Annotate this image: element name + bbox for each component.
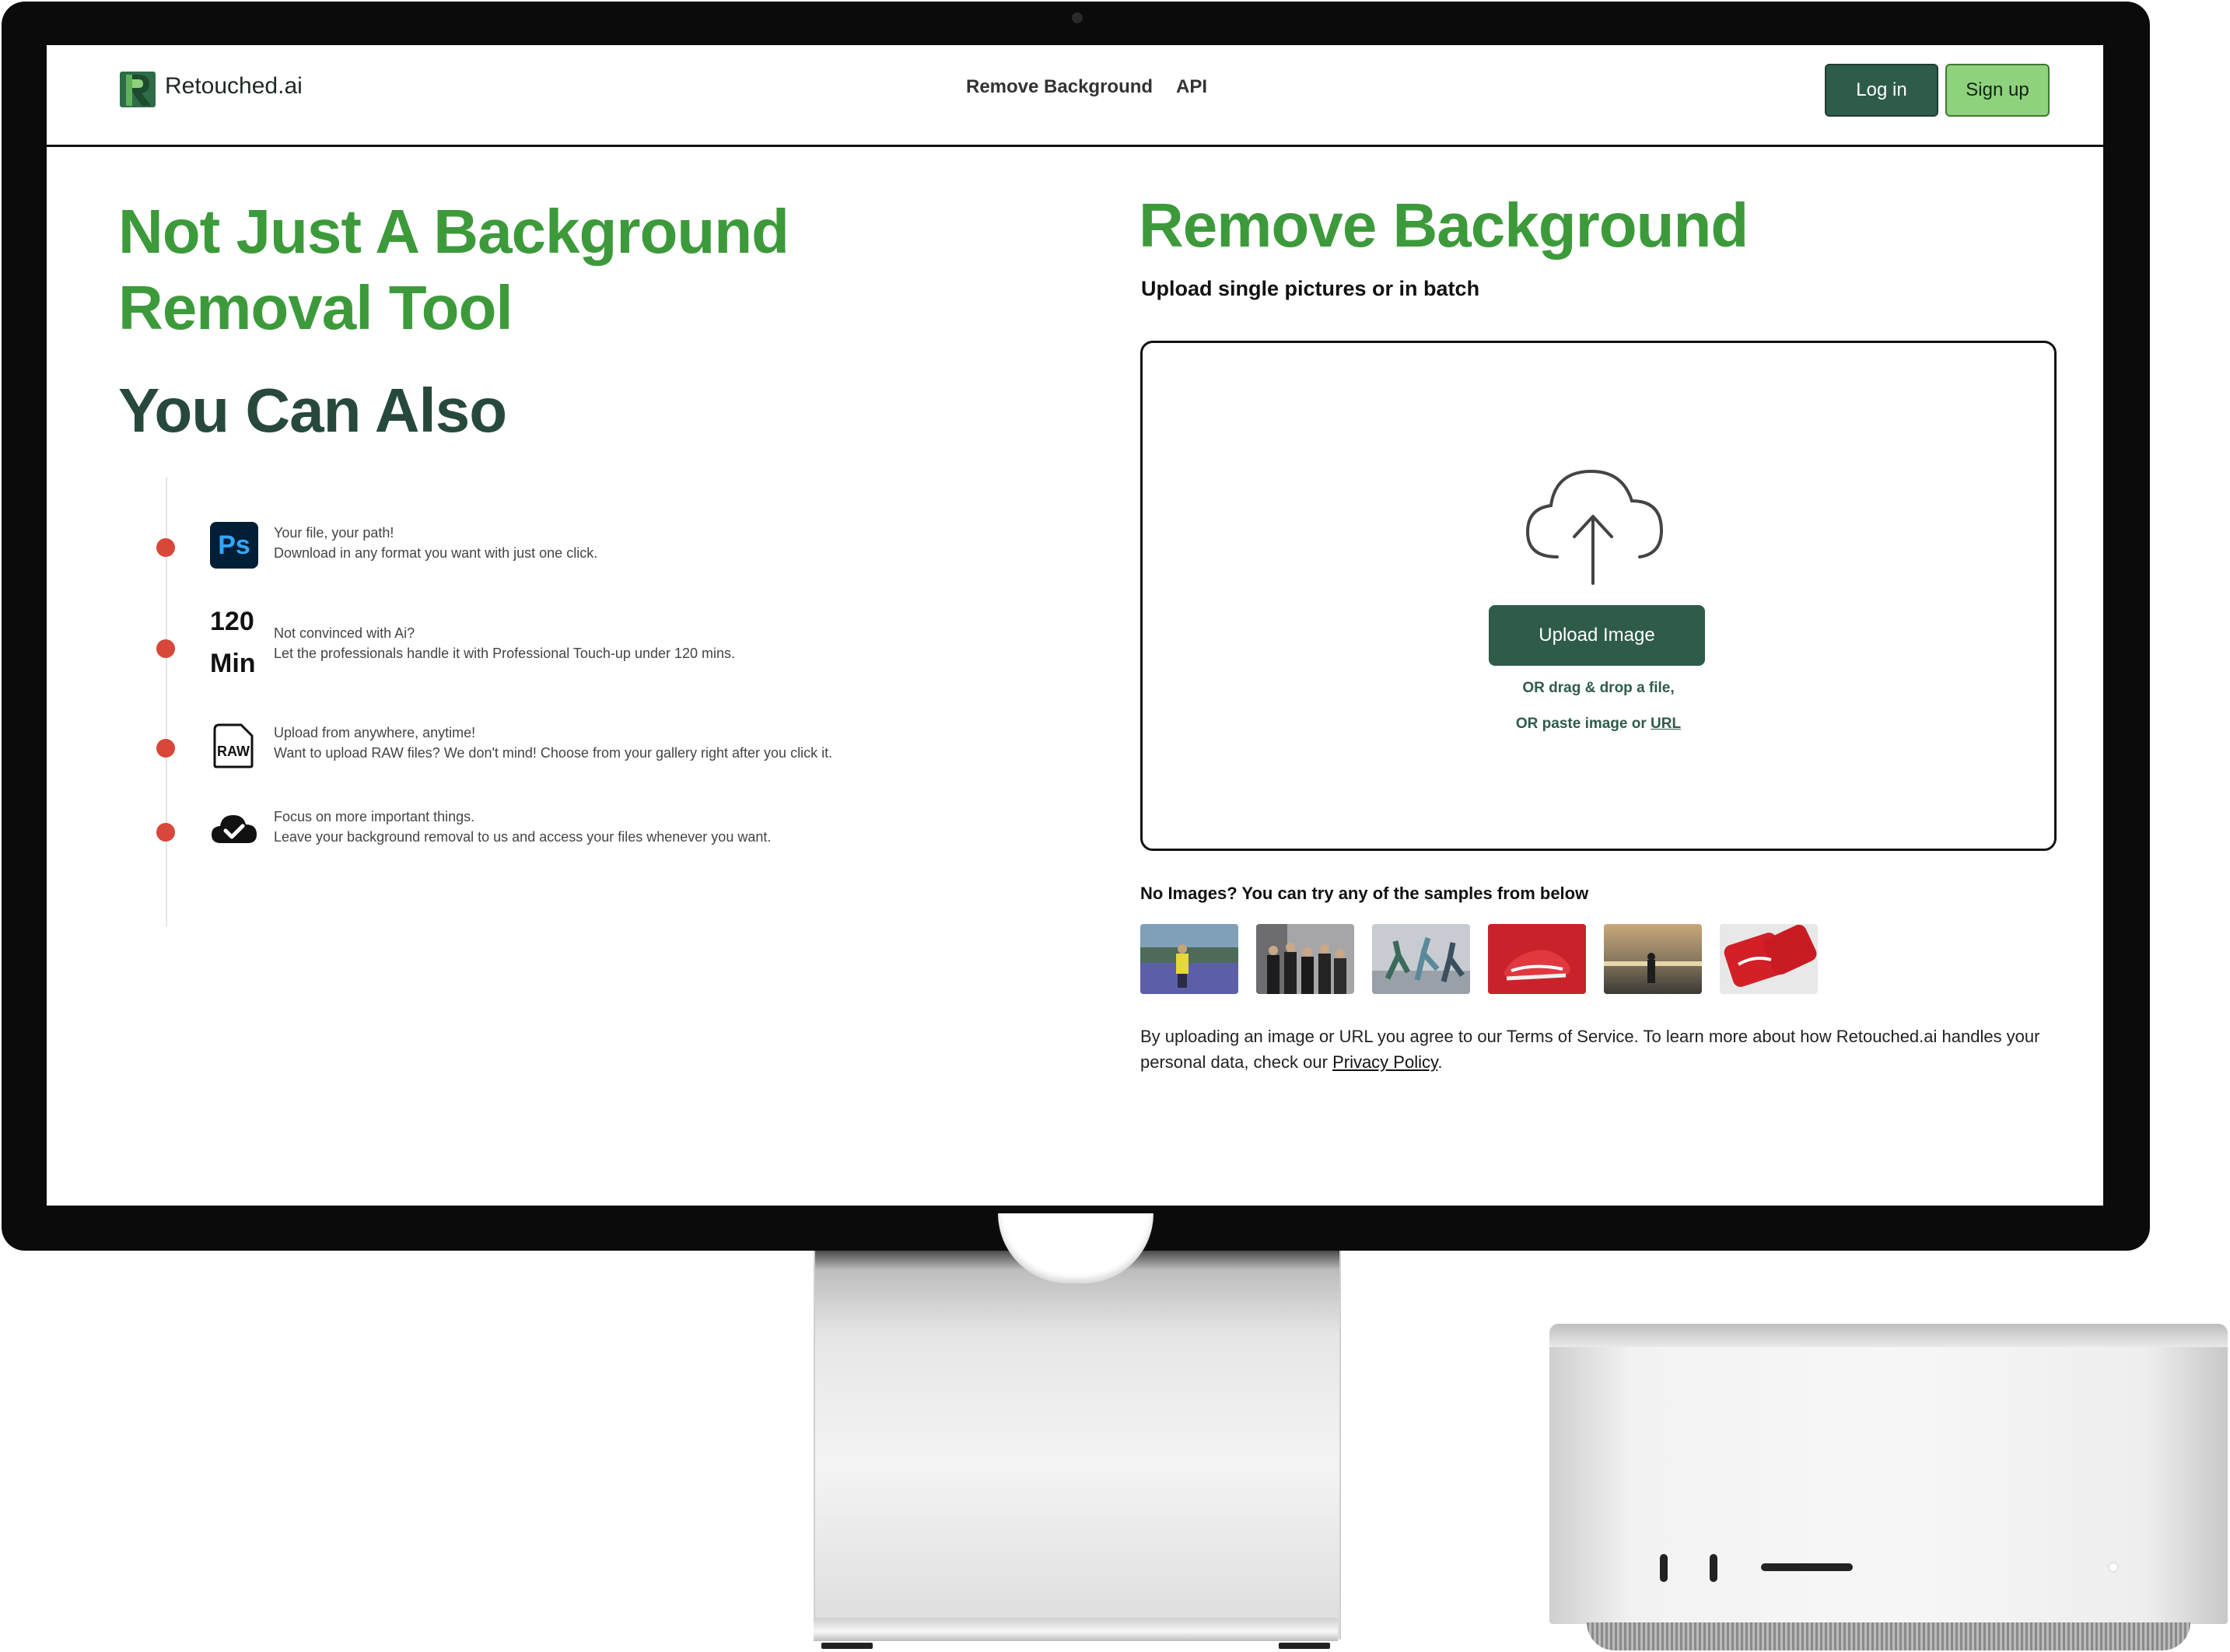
legal-end: . <box>1437 1052 1443 1072</box>
feature-title: Your file, your path! <box>274 525 394 541</box>
url-link[interactable]: URL <box>1651 716 1681 732</box>
upload-section-title: Remove Background <box>1139 191 1749 260</box>
timeline-dot <box>156 538 175 557</box>
feature-desc: Let the professionals handle it with Pro… <box>274 646 736 661</box>
mac-studio-body <box>1549 1324 2228 1624</box>
legal-notice: By uploading an image or URL you agree t… <box>1140 1024 2058 1075</box>
timeline-dot <box>156 739 175 758</box>
webcam <box>1072 12 1083 23</box>
stand-base <box>814 1618 1338 1641</box>
cloud-check-icon <box>212 815 257 843</box>
login-button[interactable]: Log in <box>1825 64 1938 117</box>
paste-hint: OR paste image or URL <box>1140 716 2057 733</box>
sample-thumbnail-dancers[interactable] <box>1372 924 1470 994</box>
privacy-policy-link[interactable]: Privacy Policy <box>1332 1052 1437 1072</box>
sample-thumbnail-red-shoe[interactable] <box>1488 924 1586 994</box>
sd-card-slot <box>1761 1563 1853 1571</box>
stand-foot-right <box>1279 1643 1330 1649</box>
nav-link-api[interactable]: API <box>1176 76 1207 98</box>
screen: Retouched.ai Remove Background API Log i… <box>47 45 2103 1206</box>
sample-thumbnail-group-men[interactable] <box>1256 924 1354 994</box>
sample-thumbnail-person-field[interactable] <box>1140 924 1238 994</box>
mac-studio-vent <box>1587 1622 2190 1650</box>
cloud-upload-icon <box>1525 469 1664 585</box>
mac-studio-top <box>1549 1324 2228 1347</box>
time-badge-number: 120 <box>210 607 254 636</box>
raw-file-icon: RAW <box>213 723 254 768</box>
svg-text:RAW: RAW <box>217 744 250 759</box>
drag-drop-hint: OR drag & drop a file, <box>1522 680 1675 696</box>
feature-title: Focus on more important things. <box>274 809 475 824</box>
photoshop-icon: Ps <box>210 522 258 569</box>
feature-desc: Want to upload RAW files? We don't mind!… <box>274 745 833 761</box>
feature-title: Not convinced with Ai? <box>274 625 415 641</box>
signup-button[interactable]: Sign up <box>1945 64 2050 117</box>
timeline-dot <box>156 823 175 842</box>
upload-image-button[interactable]: Upload Image <box>1489 605 1705 666</box>
monitor-stand <box>814 1251 1341 1640</box>
paste-hint-text: OR paste image or <box>1515 716 1647 732</box>
feature-desc: Download in any format you want with jus… <box>274 545 598 561</box>
usb-c-port <box>1660 1554 1668 1582</box>
nav-link-remove-background[interactable]: Remove Background <box>966 76 1153 98</box>
legal-text: By uploading an image or URL you agree t… <box>1140 1027 2040 1072</box>
feature-title: Upload from anywhere, anytime! <box>274 725 476 740</box>
usb-c-port <box>1710 1554 1717 1582</box>
upload-section-subtitle: Upload single pictures or in batch <box>1141 277 1480 300</box>
top-navbar: Retouched.ai Remove Background API Log i… <box>47 45 2103 147</box>
feature-desc: Leave your background removal to us and … <box>274 829 772 845</box>
brand-name[interactable]: Retouched.ai <box>165 73 303 100</box>
timeline-dot <box>156 639 175 658</box>
retouched-logo-icon[interactable] <box>120 72 156 107</box>
samples-label: No Images? You can try any of the sample… <box>1140 884 1589 903</box>
sample-thumbnail-beach-sunset[interactable] <box>1604 924 1702 994</box>
headline-line-1: Not Just A Background <box>118 197 789 266</box>
power-led <box>2109 1563 2117 1571</box>
drop-zone[interactable] <box>1140 341 2057 851</box>
stand-foot-left <box>821 1643 873 1649</box>
sample-thumbnail-cola-cans[interactable] <box>1720 924 1818 994</box>
subheadline: You Can Also <box>118 376 507 445</box>
headline-line-2: Removal Tool <box>118 273 513 342</box>
time-badge-unit: Min <box>210 649 256 678</box>
